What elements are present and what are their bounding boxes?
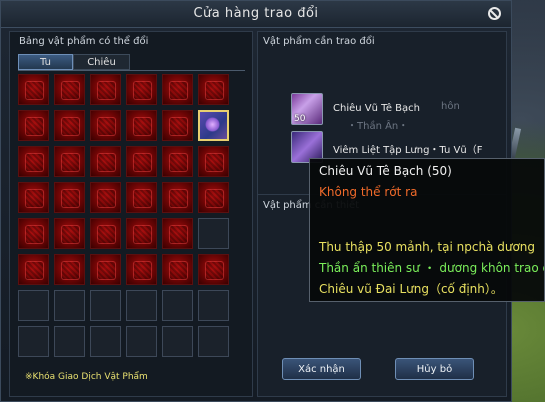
cancel-button[interactable]: Hủy bỏ: [395, 358, 474, 380]
item-slot[interactable]: [162, 74, 193, 105]
item-slot[interactable]: [162, 182, 193, 213]
item-slot[interactable]: [90, 146, 121, 177]
ghost-text: hôn: [441, 101, 460, 112]
left-panel-header: Bảng vật phẩm có thể đổi: [19, 36, 149, 47]
item-slot[interactable]: [198, 74, 229, 105]
empty-slot[interactable]: [198, 326, 229, 357]
item-slot[interactable]: [54, 74, 85, 105]
item-slot[interactable]: [162, 110, 193, 141]
item-slot[interactable]: [18, 218, 49, 249]
tooltip-title: Chiêu Vũ Tê Bạch (50): [319, 164, 452, 178]
item-slot[interactable]: [90, 218, 121, 249]
tooltip-description: Thu thập 50 mảnh, tại npchà dương Thần ẩn…: [319, 237, 545, 300]
item-slot[interactable]: [126, 146, 157, 177]
item-slot[interactable]: [54, 146, 85, 177]
item-slot[interactable]: [162, 254, 193, 285]
item-slot[interactable]: [126, 110, 157, 141]
window-titlebar[interactable]: Cửa hàng trao đổi: [1, 1, 511, 28]
item-slot[interactable]: [90, 254, 121, 285]
feather-scroll-icon[interactable]: 50: [291, 93, 323, 125]
item-slot[interactable]: [162, 218, 193, 249]
item-slot[interactable]: [90, 110, 121, 141]
item-slot[interactable]: [54, 254, 85, 285]
empty-slot[interactable]: [18, 290, 49, 321]
tooltip-warning: Không thể rớt ra: [319, 185, 418, 199]
item-slot[interactable]: [90, 74, 121, 105]
empty-slot[interactable]: [54, 290, 85, 321]
item-grid: [18, 74, 236, 360]
item-tooltip: Chiêu Vũ Tê Bạch (50) Không thể rớt ra T…: [309, 158, 545, 302]
ghost-text: ・Thần Ân・: [347, 121, 409, 132]
item-name: Chiêu Vũ Tê Bạch: [333, 103, 420, 114]
item-slot[interactable]: [126, 218, 157, 249]
item-slot[interactable]: [18, 110, 49, 141]
tab-tu[interactable]: Tu: [18, 54, 73, 70]
item-slot[interactable]: [90, 182, 121, 213]
item-slot[interactable]: [18, 74, 49, 105]
trade-lock-note[interactable]: ※Khóa Giao Dịch Vật Phẩm: [25, 372, 148, 382]
empty-slot[interactable]: [126, 290, 157, 321]
tooltip-line: Thu thập 50 mảnh, tại npchà dương: [319, 240, 536, 254]
item-slot[interactable]: [54, 182, 85, 213]
item-slot-selected[interactable]: [198, 110, 229, 141]
item-slot[interactable]: [198, 182, 229, 213]
window-title: Cửa hàng trao đổi: [193, 6, 319, 21]
tooltip-spacer: [319, 203, 535, 237]
item-slot[interactable]: [126, 182, 157, 213]
item-slot[interactable]: [126, 74, 157, 105]
item-slot[interactable]: [198, 146, 229, 177]
right-top-header: Vật phẩm cần trao đổi: [263, 36, 375, 47]
close-icon[interactable]: [488, 7, 501, 20]
empty-slot[interactable]: [198, 218, 229, 249]
item-quantity: 50: [294, 114, 306, 124]
item-slot[interactable]: [54, 110, 85, 141]
tooltip-line: Chiêu vũ Đai Lưng（cố định）。: [319, 282, 503, 296]
item-slot[interactable]: [18, 146, 49, 177]
empty-slot[interactable]: [90, 326, 121, 357]
item-slot[interactable]: [162, 146, 193, 177]
tab-chieu[interactable]: Chiêu: [73, 54, 130, 70]
empty-slot[interactable]: [126, 326, 157, 357]
confirm-button[interactable]: Xác nhận: [282, 358, 361, 380]
empty-slot[interactable]: [198, 290, 229, 321]
item-slot[interactable]: [198, 254, 229, 285]
tab-divider: [18, 70, 245, 71]
tooltip-line: Thần ẩn thiên sư ・ dương khôn trao đổi: [319, 261, 545, 275]
item-slot[interactable]: [126, 254, 157, 285]
empty-slot[interactable]: [18, 326, 49, 357]
item-slot[interactable]: [18, 254, 49, 285]
empty-slot[interactable]: [162, 290, 193, 321]
item-name: Viêm Liệt Tập Lưng・Tu Vũ（F: [333, 145, 483, 156]
empty-slot[interactable]: [54, 326, 85, 357]
empty-slot[interactable]: [162, 326, 193, 357]
item-slot[interactable]: [54, 218, 85, 249]
empty-slot[interactable]: [90, 290, 121, 321]
item-slot[interactable]: [18, 182, 49, 213]
